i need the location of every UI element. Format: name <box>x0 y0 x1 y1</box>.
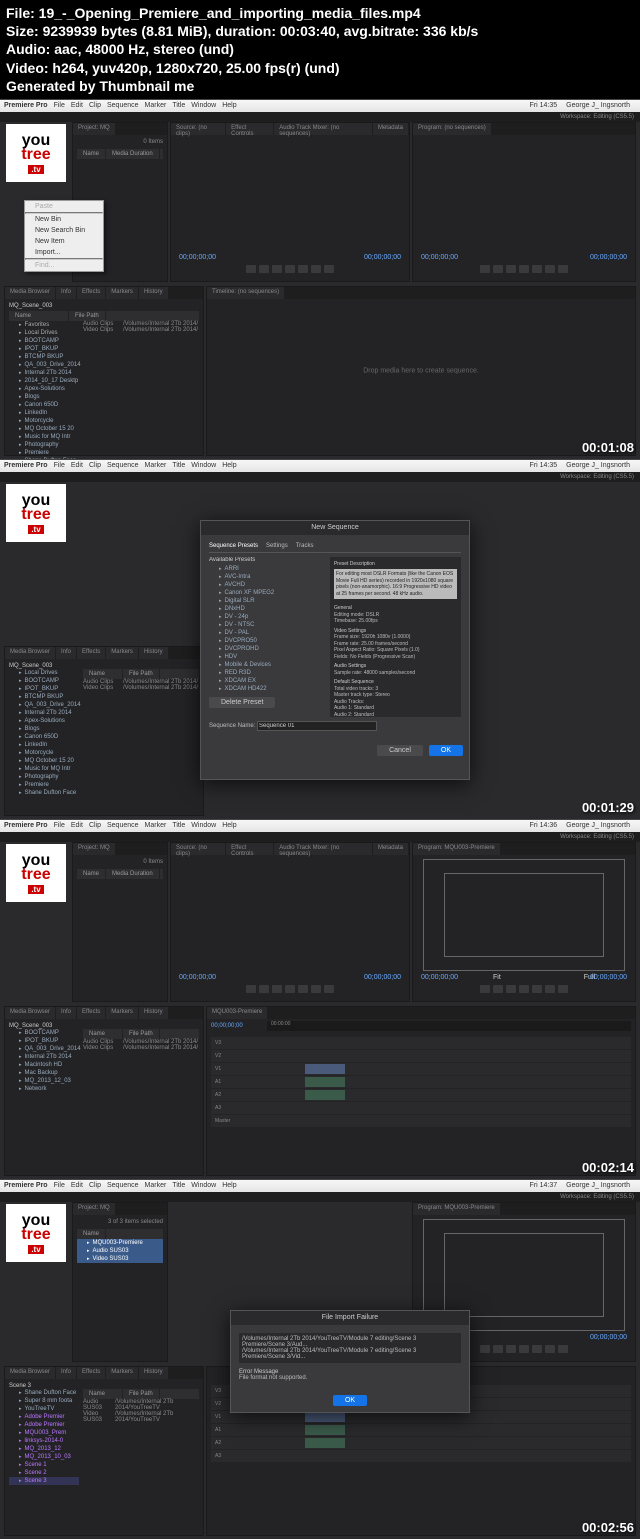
timeline-drop-hint: Drop media here to create sequence. <box>363 367 479 374</box>
tab-settings[interactable]: Settings <box>266 543 288 549</box>
workspace-bar: Workspace: Editing (CS5.5) <box>0 112 640 122</box>
media-browser-panel[interactable]: Media BrowserInfoEffectsMarkersHistory M… <box>4 286 204 456</box>
source-panel[interactable]: Source: (no clips)Effect ControlsAudio T… <box>170 842 410 1002</box>
cancel-button[interactable]: Cancel <box>377 745 423 756</box>
project-item[interactable]: Audio SUS03 <box>77 1247 163 1255</box>
mac-menubar[interactable]: Premiere Pro FileEditClipSequenceMarkerT… <box>0 460 640 472</box>
thumbnail-4: Premiere Pro FileEditClipSequenceMarkerT… <box>0 1179 640 1539</box>
safe-margins-overlay <box>423 859 625 971</box>
thumbnail-1: Premiere Pro FileEditClipSequenceMarkerT… <box>0 99 640 459</box>
new-sequence-dialog[interactable]: New Sequence Sequence Presets Settings T… <box>200 520 470 780</box>
delete-preset-button[interactable]: Delete Preset <box>209 697 275 708</box>
program-panel[interactable]: Program: MQU003-Premiere 00;00;00;00 Fit… <box>412 842 636 1002</box>
sequence-name-input[interactable] <box>257 721 377 731</box>
transport-controls[interactable] <box>413 265 635 277</box>
thumbnail-timestamp: 00:01:08 <box>582 440 634 455</box>
clock: Fri 14:35 <box>530 102 558 109</box>
timeline-panel[interactable]: MQU003-Premiere 00;00;00;00 00:00:00 V3 … <box>206 1006 636 1176</box>
project-panel[interactable]: Project: MQ 3 of 3 items selected Name M… <box>72 1202 168 1362</box>
program-panel[interactable]: Program: (no sequences) 00;00;00;0000;00… <box>412 122 636 282</box>
menu-new-item[interactable]: New Item <box>25 236 103 247</box>
mac-menubar[interactable]: Premiere Pro FileEditClipSequenceMarkerT… <box>0 1180 640 1192</box>
media-browser-panel[interactable]: Media BrowserInfoEffectsMarkersHistory S… <box>4 1366 204 1536</box>
ok-button[interactable]: OK <box>429 745 463 756</box>
transport-controls[interactable] <box>171 265 409 277</box>
file-import-failure-dialog[interactable]: File Import Failure /Volumes/Internal 2T… <box>230 1310 470 1413</box>
thumbnail-3: Premiere Pro FileEditClipSequenceMarkerT… <box>0 819 640 1179</box>
source-panel[interactable]: Source: (no clips)Effect ControlsAudio T… <box>170 122 410 282</box>
menu-find: Find... <box>25 260 103 271</box>
tab-sequence-presets[interactable]: Sequence Presets <box>209 543 258 549</box>
youtree-logo: youtree.tv <box>6 484 66 542</box>
menu-paste: Paste <box>25 201 103 212</box>
project-item[interactable]: MQU003-Premiere <box>77 1239 163 1247</box>
project-panel[interactable]: Project: MQ 0 Items NameMedia Duration <box>72 842 168 1002</box>
thumbnail-2: Premiere Pro FileEditClipSequenceMarkerT… <box>0 459 640 819</box>
timeline-panel[interactable]: Timeline: (no sequences) Drop media here… <box>206 286 636 456</box>
ok-button[interactable]: OK <box>333 1395 367 1406</box>
menu-new-bin[interactable]: New Bin <box>25 214 103 225</box>
app-name: Premiere Pro <box>4 102 48 109</box>
menu-import[interactable]: Import... <box>25 247 103 258</box>
menu-new-search-bin[interactable]: New Search Bin <box>25 225 103 236</box>
media-browser-panel[interactable]: Media BrowserInfoEffectsMarkersHistory M… <box>4 1006 204 1176</box>
mac-menubar[interactable]: Premiere Pro FileEditClipSequenceMarkerT… <box>0 820 640 832</box>
youtree-logo: youtree.tv <box>6 124 66 182</box>
media-browser-panel[interactable]: Media BrowserInfoEffectsMarkersHistory M… <box>4 646 204 816</box>
file-metadata-header: File: 19_-_Opening_Premiere_and_importin… <box>0 0 640 99</box>
project-context-menu[interactable]: Paste New Bin New Search Bin New Item Im… <box>24 200 104 272</box>
tab-tracks[interactable]: Tracks <box>296 543 314 549</box>
mac-menubar[interactable]: Premiere Pro FileEditClipSequenceMarkerT… <box>0 100 640 112</box>
project-item[interactable]: Video SUS03 <box>77 1255 163 1263</box>
